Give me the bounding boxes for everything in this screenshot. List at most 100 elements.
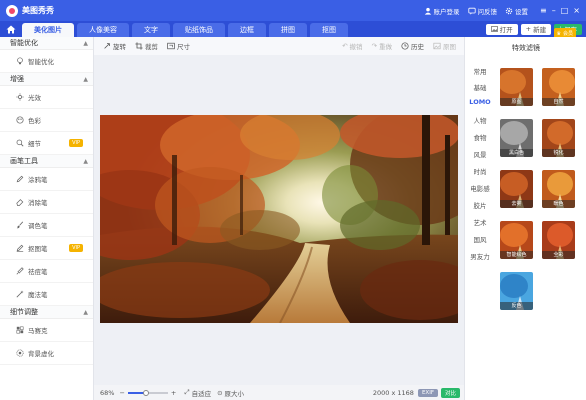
filter-category-people[interactable]: 人物 xyxy=(465,115,495,125)
feedback-icon xyxy=(467,7,476,15)
tab-beautify[interactable]: 美化图片 xyxy=(22,23,74,37)
canvas-area xyxy=(94,55,464,385)
resize-icon xyxy=(167,42,175,50)
original-label: 原图 xyxy=(443,43,456,51)
rotate-icon xyxy=(104,43,110,49)
edit-toolbar: 旋转 裁剪 尺寸 ↶ 撤销 ↷ 重做 历史 原图 xyxy=(94,37,464,55)
section-brush-tools[interactable]: 画笔工具 ▲ xyxy=(0,155,93,168)
undo-label: 撤销 xyxy=(349,43,363,51)
sidebar-item-label: 祛痘笔 xyxy=(28,268,48,276)
filter-category-scenery[interactable]: 风景 xyxy=(465,149,495,159)
filter-thumb-sharpen[interactable]: 锐化 xyxy=(542,119,575,157)
tab-stickers[interactable]: 贴纸饰品 xyxy=(173,23,225,37)
filter-category-food[interactable]: 食物 xyxy=(465,132,495,142)
filter-thumb-natural[interactable]: 自然 xyxy=(542,68,575,106)
sun-icon xyxy=(16,93,24,101)
sidebar-item-light[interactable]: 光效 xyxy=(0,86,93,109)
sidebar-item-magic-pen[interactable]: 魔法笔 xyxy=(0,283,93,306)
tab-cutout[interactable]: 抠图 xyxy=(310,23,348,37)
sidebar-item-color[interactable]: 色彩 xyxy=(0,109,93,132)
sidebar-item-label: 调色笔 xyxy=(28,222,48,230)
sidebar-item-label: 色彩 xyxy=(28,117,41,125)
size-button[interactable]: 尺寸 xyxy=(167,41,190,51)
sidebar-item-label: 消除笔 xyxy=(28,199,48,207)
compare-button[interactable]: 对比 xyxy=(440,387,460,398)
tab-text[interactable]: 文字 xyxy=(132,23,170,37)
filter-thumb-label: 原图 xyxy=(500,98,533,106)
section-enhance[interactable]: 增强 ▲ xyxy=(0,73,93,86)
sidebar-item-mosaic[interactable]: 马赛克 xyxy=(0,319,93,342)
filter-panel-title: 特效滤镜 xyxy=(512,44,540,52)
filter-category-chinese-style[interactable]: 国风 xyxy=(465,234,495,244)
sidebar-item-smart-optimize[interactable]: 智能优化 xyxy=(0,50,93,73)
filter-category-boyfriend[interactable]: 男友力 xyxy=(465,251,495,261)
vip-badge: VIP xyxy=(69,244,83,252)
filter-category-fashion[interactable]: 时尚 xyxy=(465,166,495,176)
close-icon[interactable]: × xyxy=(573,6,580,15)
filter-category-film[interactable]: 胶片 xyxy=(465,200,495,210)
tab-portrait[interactable]: 人像美容 xyxy=(77,23,129,37)
zoom-out-button[interactable]: − xyxy=(119,389,124,397)
filter-thumb-original[interactable]: 原图 xyxy=(500,68,533,106)
feedback-button[interactable]: 问反馈 xyxy=(467,6,497,16)
crop-button[interactable]: 裁剪 xyxy=(135,41,158,51)
clock-icon xyxy=(401,42,409,50)
history-button[interactable]: 历史 xyxy=(401,41,424,51)
edited-photo[interactable] xyxy=(100,115,458,323)
filter-thumb-warm[interactable]: 暖色 xyxy=(542,170,575,208)
tab-collage[interactable]: 拼图 xyxy=(269,23,307,37)
collapse-icon: ▲ xyxy=(83,309,88,316)
section-title: 智能优化 xyxy=(10,39,38,47)
rotate-button[interactable]: 旋转 xyxy=(103,41,126,51)
nav-actions: 打开 + 新建 ♛ 会员 ⤓ 保存 xyxy=(485,21,582,39)
wand-icon xyxy=(16,290,24,298)
undo-icon: ↶ xyxy=(342,42,348,50)
minimize-icon[interactable]: – xyxy=(552,6,556,15)
autumn-forest-photo xyxy=(100,115,458,323)
window-controls: ≡ – □ × xyxy=(540,6,580,15)
original-button[interactable]: 原图 xyxy=(433,41,456,51)
filter-category-cinematic[interactable]: 电影感 xyxy=(465,183,495,193)
home-button[interactable] xyxy=(0,21,22,37)
redo-icon: ↷ xyxy=(371,42,377,50)
section-detail-adjust[interactable]: 细节调整 ▲ xyxy=(0,306,93,319)
filter-category-common[interactable]: 常用 xyxy=(465,66,495,76)
open-button[interactable]: 打开 xyxy=(485,23,518,35)
filter-category-lomo[interactable]: LOMO xyxy=(465,98,495,106)
sidebar-item-cutout-pen[interactable]: 抠图笔 VIP xyxy=(0,237,93,260)
new-label: 新建 xyxy=(533,26,547,34)
original-size-button[interactable]: 原大小 xyxy=(225,388,245,398)
menu-icon[interactable]: ≡ xyxy=(540,6,547,15)
tools-sidebar: 智能优化 ▲ 智能优化 增强 ▲ 光效 色彩 细节 VIP 画笔工具 ▲ 涂鸦笔 xyxy=(0,37,94,400)
maximize-icon[interactable]: □ xyxy=(561,6,569,15)
filter-thumb-smart-color[interactable]: 智能绘色 xyxy=(500,221,533,259)
sidebar-item-acne-pen[interactable]: 祛痘笔 xyxy=(0,260,93,283)
zoom-slider[interactable] xyxy=(127,389,168,396)
zoom-in-button[interactable]: + xyxy=(171,389,176,397)
sidebar-item-detail[interactable]: 细节 VIP xyxy=(0,132,93,155)
undo-button[interactable]: ↶ 撤销 xyxy=(342,41,362,51)
settings-button[interactable]: 设置 xyxy=(505,6,528,16)
filter-category-basic[interactable]: 基础 xyxy=(465,82,495,92)
redo-button[interactable]: ↷ 重做 xyxy=(372,41,392,51)
exif-button[interactable]: EXIF xyxy=(417,388,438,397)
sidebar-item-color-pen[interactable]: 调色笔 xyxy=(0,214,93,237)
new-button[interactable]: + 新建 xyxy=(520,23,552,35)
tab-frames[interactable]: 边框 xyxy=(228,23,266,37)
sidebar-item-doodle-pen[interactable]: 涂鸦笔 xyxy=(0,168,93,191)
sidebar-item-background-blur[interactable]: 背景虚化 xyxy=(0,342,93,365)
zoom-slider-handle[interactable] xyxy=(142,389,149,396)
section-smart-optimize[interactable]: 智能优化 ▲ xyxy=(0,37,93,50)
filter-thumb-invert[interactable]: 反色 xyxy=(500,272,533,310)
status-bar: 68% − + ⤢ 自适应 ⊙ 原大小 2000 x 1168 EXIF 对比 xyxy=(94,385,464,400)
section-title: 细节调整 xyxy=(10,308,38,316)
filter-thumb-black-white[interactable]: 黑白色 xyxy=(500,119,533,157)
title-bar: 美图秀秀 账户登录 问反馈 设置 ≡ – □ × xyxy=(0,0,586,21)
filter-category-art[interactable]: 艺术 xyxy=(465,217,495,227)
sidebar-item-eraser-pen[interactable]: 消除笔 xyxy=(0,191,93,214)
eraser-icon xyxy=(16,199,24,206)
filter-thumb-dehaze[interactable]: 去雾 xyxy=(500,170,533,208)
fit-button[interactable]: 自适应 xyxy=(192,388,212,398)
filter-thumb-full-color[interactable]: 全彩 xyxy=(542,221,575,259)
account-login-button[interactable]: 账户登录 xyxy=(424,6,460,16)
